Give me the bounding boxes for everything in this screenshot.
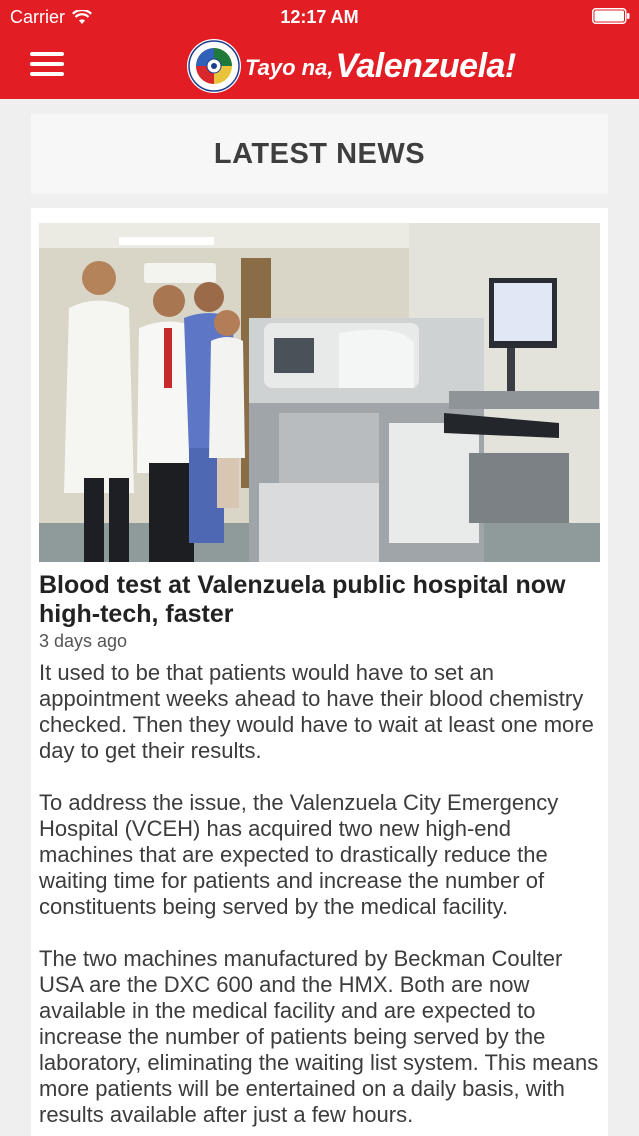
section-header: LATEST NEWS bbox=[31, 114, 608, 194]
article-paragraph: To address the issue, the Valenzuela Cit… bbox=[39, 790, 559, 919]
battery-icon bbox=[592, 8, 630, 24]
brand-prefix: Tayo na, bbox=[245, 55, 334, 80]
article-paragraph: The two machines manufactured by Beckman… bbox=[39, 946, 599, 1127]
article-photo[interactable] bbox=[39, 223, 600, 562]
article-date: 3 days ago bbox=[39, 631, 128, 651]
status-time: 12:17 AM bbox=[280, 7, 359, 27]
article-paragraph: It used to be that patients would have t… bbox=[39, 660, 594, 763]
menu-bar-line bbox=[30, 72, 64, 76]
article-title[interactable]: Blood test at Valenzuela public hospital… bbox=[39, 571, 600, 629]
section-title: LATEST NEWS bbox=[213, 137, 426, 170]
lab-machines-photo bbox=[39, 223, 600, 562]
hamburger-menu-icon[interactable] bbox=[30, 49, 66, 79]
status-bar: Carrier 12:17 AM bbox=[0, 0, 639, 34]
menu-bar-line bbox=[30, 62, 64, 66]
article-body: It used to be that patients would have t… bbox=[39, 660, 600, 1136]
city-seal-icon bbox=[187, 39, 241, 93]
brand-name: Valenzuela! bbox=[335, 46, 516, 85]
menu-bar-line bbox=[30, 52, 64, 56]
news-card[interactable]: Blood test at Valenzuela public hospital… bbox=[31, 208, 608, 1136]
brand-logo[interactable]: Tayo na, Valenzuela! bbox=[186, 38, 516, 94]
app-header: Carrier 12:17 AM Tayo na, Valenzuela! bbox=[0, 0, 639, 99]
